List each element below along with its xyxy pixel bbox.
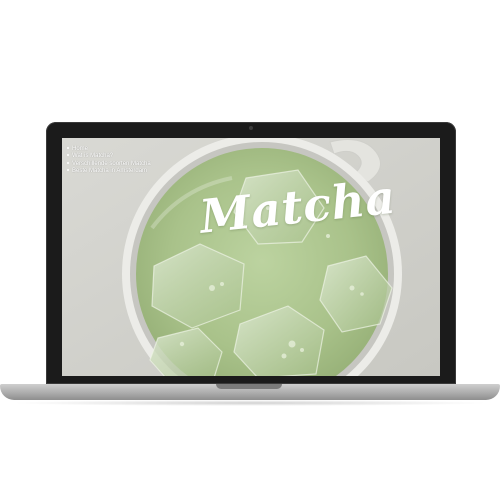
bullet-icon	[67, 169, 69, 172]
laptop-screen: Home Wat is Matcha? Verschillende soorte…	[62, 138, 440, 376]
bullet-icon	[67, 154, 69, 157]
site-nav: Home Wat is Matcha? Verschillende soorte…	[66, 146, 151, 176]
bullet-icon	[67, 161, 69, 164]
laptop-base	[0, 384, 500, 400]
nav-item-label: Wat is Matcha?	[72, 153, 114, 160]
bullet-icon	[67, 146, 69, 149]
nav-item-beste-matcha-amsterdam[interactable]: Beste Matcha in Amsterdam	[66, 168, 151, 175]
webcam-icon	[249, 126, 253, 130]
nav-item-label: Beste Matcha in Amsterdam	[72, 168, 148, 175]
laptop-shadow	[10, 400, 490, 406]
nav-item-label: Home	[72, 146, 89, 152]
nav-item-label: Verschillende soorten Matcha	[72, 160, 151, 167]
laptop-hinge-notch	[216, 384, 282, 389]
laptop-mockup: Home Wat is Matcha? Verschillende soorte…	[0, 0, 500, 500]
nav-item-wat-is-matcha[interactable]: Wat is Matcha?	[66, 153, 151, 160]
